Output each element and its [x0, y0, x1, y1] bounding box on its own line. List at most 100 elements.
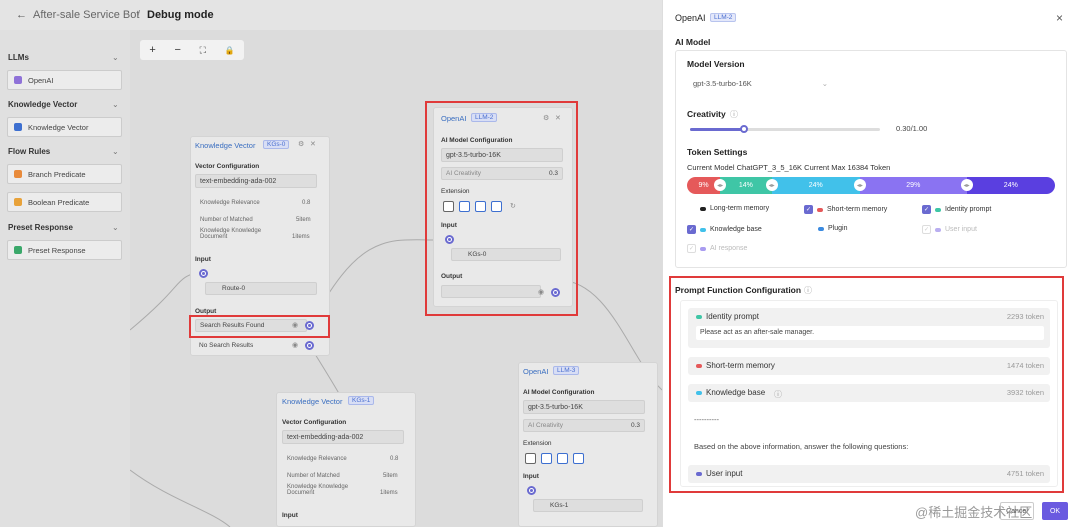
zoom-out-icon[interactable]: − — [174, 44, 180, 56]
block-label: User input — [706, 469, 743, 478]
help-icon[interactable]: ⓘ — [774, 389, 782, 400]
chevron-down-icon[interactable]: ⌄ — [112, 53, 119, 62]
dot-icon — [935, 227, 941, 232]
drag-handle-icon[interactable]: ◂▸ — [960, 179, 973, 191]
legend-knowledge-base[interactable]: ✓ Knowledge base — [687, 225, 762, 234]
legend-label: Knowledge base — [710, 226, 762, 233]
extension-icon[interactable] — [557, 453, 568, 464]
block-label: Short-term memory — [706, 361, 775, 370]
prompt-block-identity[interactable]: Identity prompt 2293 token Please act as… — [688, 308, 1050, 348]
settings-icon[interactable]: ⚙ — [298, 140, 304, 148]
creativity-label: AI Creativity — [528, 422, 564, 429]
sidebar-item-openai[interactable]: OpenAI — [7, 70, 122, 90]
token-segment[interactable]: 14% ◂▸ — [720, 177, 778, 194]
dot-icon — [817, 207, 823, 212]
input-label: Input — [523, 473, 539, 480]
vector-config-label: Vector Configuration — [195, 163, 260, 170]
prompt-block-knowledge[interactable]: Knowledge base 3932 token — [688, 384, 1050, 402]
prompt-block-short-term[interactable]: Short-term memory 1474 token — [688, 357, 1050, 375]
model-select[interactable]: gpt-3.5-turbo-16K — [523, 400, 645, 414]
extension-icon[interactable] — [525, 453, 536, 464]
panel-tag: LLM-2 — [710, 13, 737, 22]
chevron-down-icon[interactable]: ⌄ — [112, 147, 119, 156]
sidebar-item-boolean-predicate[interactable]: Boolean Predicate — [7, 192, 122, 212]
embedding-model-select[interactable]: text-embedding-ada-002 — [282, 430, 404, 444]
ai-config-label: AI Model Configuration — [523, 389, 595, 396]
dot-icon — [700, 227, 706, 232]
legend-long-term-memory[interactable]: Long-term memory — [700, 205, 769, 212]
help-icon[interactable]: ⓘ — [804, 285, 812, 296]
breadcrumb-current: Debug mode — [147, 9, 214, 21]
section-flow-rules-title[interactable]: Flow Rules — [8, 147, 50, 156]
panel-title: OpenAI — [675, 13, 706, 23]
close-icon[interactable]: ✕ — [310, 140, 316, 148]
node-title: Knowledge Vector — [282, 397, 343, 406]
token-segment-label: 24% — [808, 182, 823, 189]
model-version-select[interactable]: gpt-3.5-turbo-16K ⌄ — [687, 76, 832, 92]
checkbox-checked-icon[interactable]: ✓ — [804, 205, 813, 214]
token-distribution-bar[interactable]: 9% ◂▸ 14% ◂▸ 24% ◂▸ 29% ◂▸ 24% — [687, 177, 1055, 194]
vector-config-label: Vector Configuration — [282, 419, 347, 426]
row-label: Knowledge Relevance — [287, 456, 347, 462]
sidebar-item-branch-predicate[interactable]: Branch Predicate — [7, 164, 122, 184]
token-segment[interactable]: 9% ◂▸ — [687, 177, 727, 194]
drag-handle-icon[interactable]: ◂▸ — [714, 179, 727, 191]
token-segment[interactable]: 29% ◂▸ — [859, 177, 973, 194]
input-port[interactable] — [527, 486, 536, 495]
extension-icon[interactable] — [573, 453, 584, 464]
slider-handle[interactable] — [739, 125, 748, 133]
input-label: Input — [282, 512, 298, 519]
ok-button[interactable]: OK — [1042, 502, 1068, 520]
zoom-in-icon[interactable]: + — [149, 44, 155, 56]
prompt-block-user-input[interactable]: User input 4751 token — [688, 465, 1050, 483]
lock-icon[interactable]: 🔒 — [225, 46, 235, 55]
help-icon[interactable]: ⓘ — [730, 109, 738, 120]
input-source-value: Route-0 — [222, 285, 246, 292]
checkbox-checked-icon[interactable]: ✓ — [687, 225, 696, 234]
identity-prompt-input[interactable]: Please act as an after-sale manager. — [696, 326, 1044, 340]
embedding-model-select[interactable]: text-embedding-ada-002 — [195, 174, 317, 188]
block-label: Knowledge base — [706, 388, 766, 397]
row-value: 0.8 — [302, 200, 311, 206]
legend-identity-prompt[interactable]: ✓ Identity prompt — [922, 205, 991, 214]
creativity-value: 0.30/1.00 — [896, 124, 928, 133]
sidebar-item-label: OpenAI — [28, 75, 54, 85]
sidebar-item-label: Branch Predicate — [28, 169, 86, 179]
creativity-field[interactable]: AI Creativity 0.3 — [523, 419, 645, 432]
token-settings-label: Token Settings — [687, 147, 748, 157]
extension-icon[interactable] — [541, 453, 552, 464]
node-tag: KGs-0 — [263, 140, 290, 149]
section-llms-title[interactable]: LLMs — [8, 53, 29, 62]
input-port[interactable] — [199, 269, 208, 278]
token-segment[interactable]: 24% — [966, 177, 1055, 194]
close-icon[interactable]: × — [1056, 11, 1063, 25]
sidebar-item-preset-response[interactable]: Preset Response — [7, 240, 122, 260]
legend-short-term-memory[interactable]: ✓ Short-term memory — [804, 205, 887, 214]
chevron-down-icon[interactable]: ⌄ — [112, 100, 119, 109]
back-arrow-icon[interactable]: ← — [16, 9, 27, 21]
eye-icon[interactable]: ◉ — [292, 341, 298, 349]
sidebar-item-knowledge-vector[interactable]: Knowledge Vector — [7, 117, 122, 137]
drag-handle-icon[interactable]: ◂▸ — [765, 179, 778, 191]
section-knowledge-vector-title[interactable]: Knowledge Vector — [8, 100, 77, 109]
section-preset-response-title[interactable]: Preset Response — [8, 223, 73, 232]
breadcrumb-parent[interactable]: After-sale Service Bot — [33, 9, 139, 21]
extension-label: Extension — [523, 440, 552, 447]
output-port[interactable] — [305, 341, 314, 350]
checkbox-checked-icon[interactable]: ✓ — [922, 205, 931, 214]
dot-icon — [700, 246, 706, 251]
input-source: Route-0 — [205, 282, 317, 295]
drag-handle-icon[interactable]: ◂▸ — [853, 179, 866, 191]
creativity-slider[interactable] — [690, 125, 880, 133]
token-segment-label: 14% — [738, 182, 753, 189]
fit-view-icon[interactable]: ⛶ — [200, 45, 206, 56]
chevron-down-icon: ⌄ — [821, 79, 828, 88]
token-segment[interactable]: 24% ◂▸ — [771, 177, 866, 194]
row-value: 0.8 — [390, 456, 399, 462]
output-label-text: No Search Results — [199, 342, 254, 349]
legend-plugin[interactable]: Plugin — [818, 225, 847, 232]
checkbox-disabled-icon: ✓ — [922, 225, 931, 234]
row-value: 5item — [296, 217, 311, 223]
chevron-down-icon[interactable]: ⌄ — [112, 223, 119, 232]
prompt-divider-text: ---------- — [694, 415, 719, 424]
